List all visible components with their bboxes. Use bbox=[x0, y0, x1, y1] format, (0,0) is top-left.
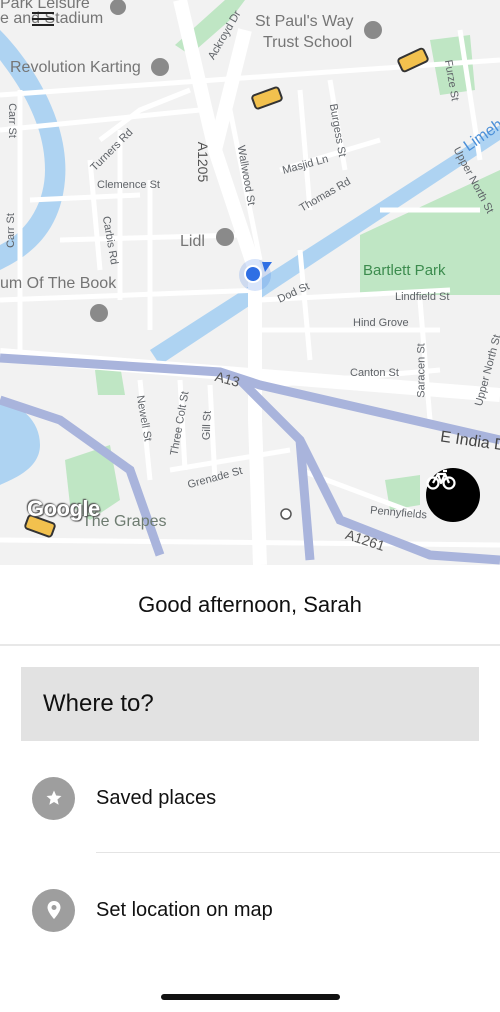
map-label-revolution-karting: Revolution Karting bbox=[10, 59, 141, 76]
bike-mode-button[interactable] bbox=[426, 468, 480, 522]
where-to-label: Where to? bbox=[43, 690, 154, 717]
map-label-carr-st-2: Carr St bbox=[4, 213, 17, 248]
greeting-text: Good afternoon, Sarah bbox=[0, 565, 500, 645]
star-icon bbox=[32, 776, 75, 820]
set-location-on-map-row[interactable]: Set location on map bbox=[0, 880, 500, 940]
bicycle-icon bbox=[426, 469, 456, 490]
divider bbox=[96, 852, 500, 853]
where-to-search-bar[interactable]: Where to? bbox=[21, 667, 479, 741]
home-indicator[interactable] bbox=[161, 994, 340, 1000]
hamburger-menu-icon[interactable] bbox=[32, 12, 54, 28]
map-label-st-pauls: St Paul's Way bbox=[255, 13, 354, 30]
map-label-clemence-st: Clemence St bbox=[97, 179, 160, 191]
map-label-carr-st: Carr St bbox=[5, 103, 18, 138]
map-label-saracen-st: Saracen St bbox=[415, 343, 428, 398]
set-location-on-map-label: Set location on map bbox=[96, 898, 273, 921]
map-label-gill-st: Gill St bbox=[200, 410, 214, 441]
map-label-lindfield-st: Lindfield St bbox=[395, 291, 450, 303]
map-label-hind-grove: Hind Grove bbox=[353, 317, 409, 329]
map-label-canton-st: Canton St bbox=[350, 367, 399, 379]
saved-places-row[interactable]: Saved places bbox=[0, 768, 500, 828]
divider bbox=[0, 644, 500, 646]
location-pin-icon bbox=[32, 888, 75, 932]
map-label-museum-book: um Of The Book bbox=[0, 275, 117, 292]
map-label-lidl: Lidl bbox=[180, 233, 205, 250]
saved-places-label: Saved places bbox=[96, 786, 217, 809]
map-label-trust-school: Trust School bbox=[263, 34, 353, 51]
map-label-a1205: A1205 bbox=[195, 141, 212, 183]
map-view[interactable]: Park Leisure e and Stadium St Paul's Way… bbox=[0, 0, 500, 565]
google-logo: Google bbox=[27, 496, 100, 521]
map-label-bartlett-park: Bartlett Park bbox=[363, 262, 446, 279]
